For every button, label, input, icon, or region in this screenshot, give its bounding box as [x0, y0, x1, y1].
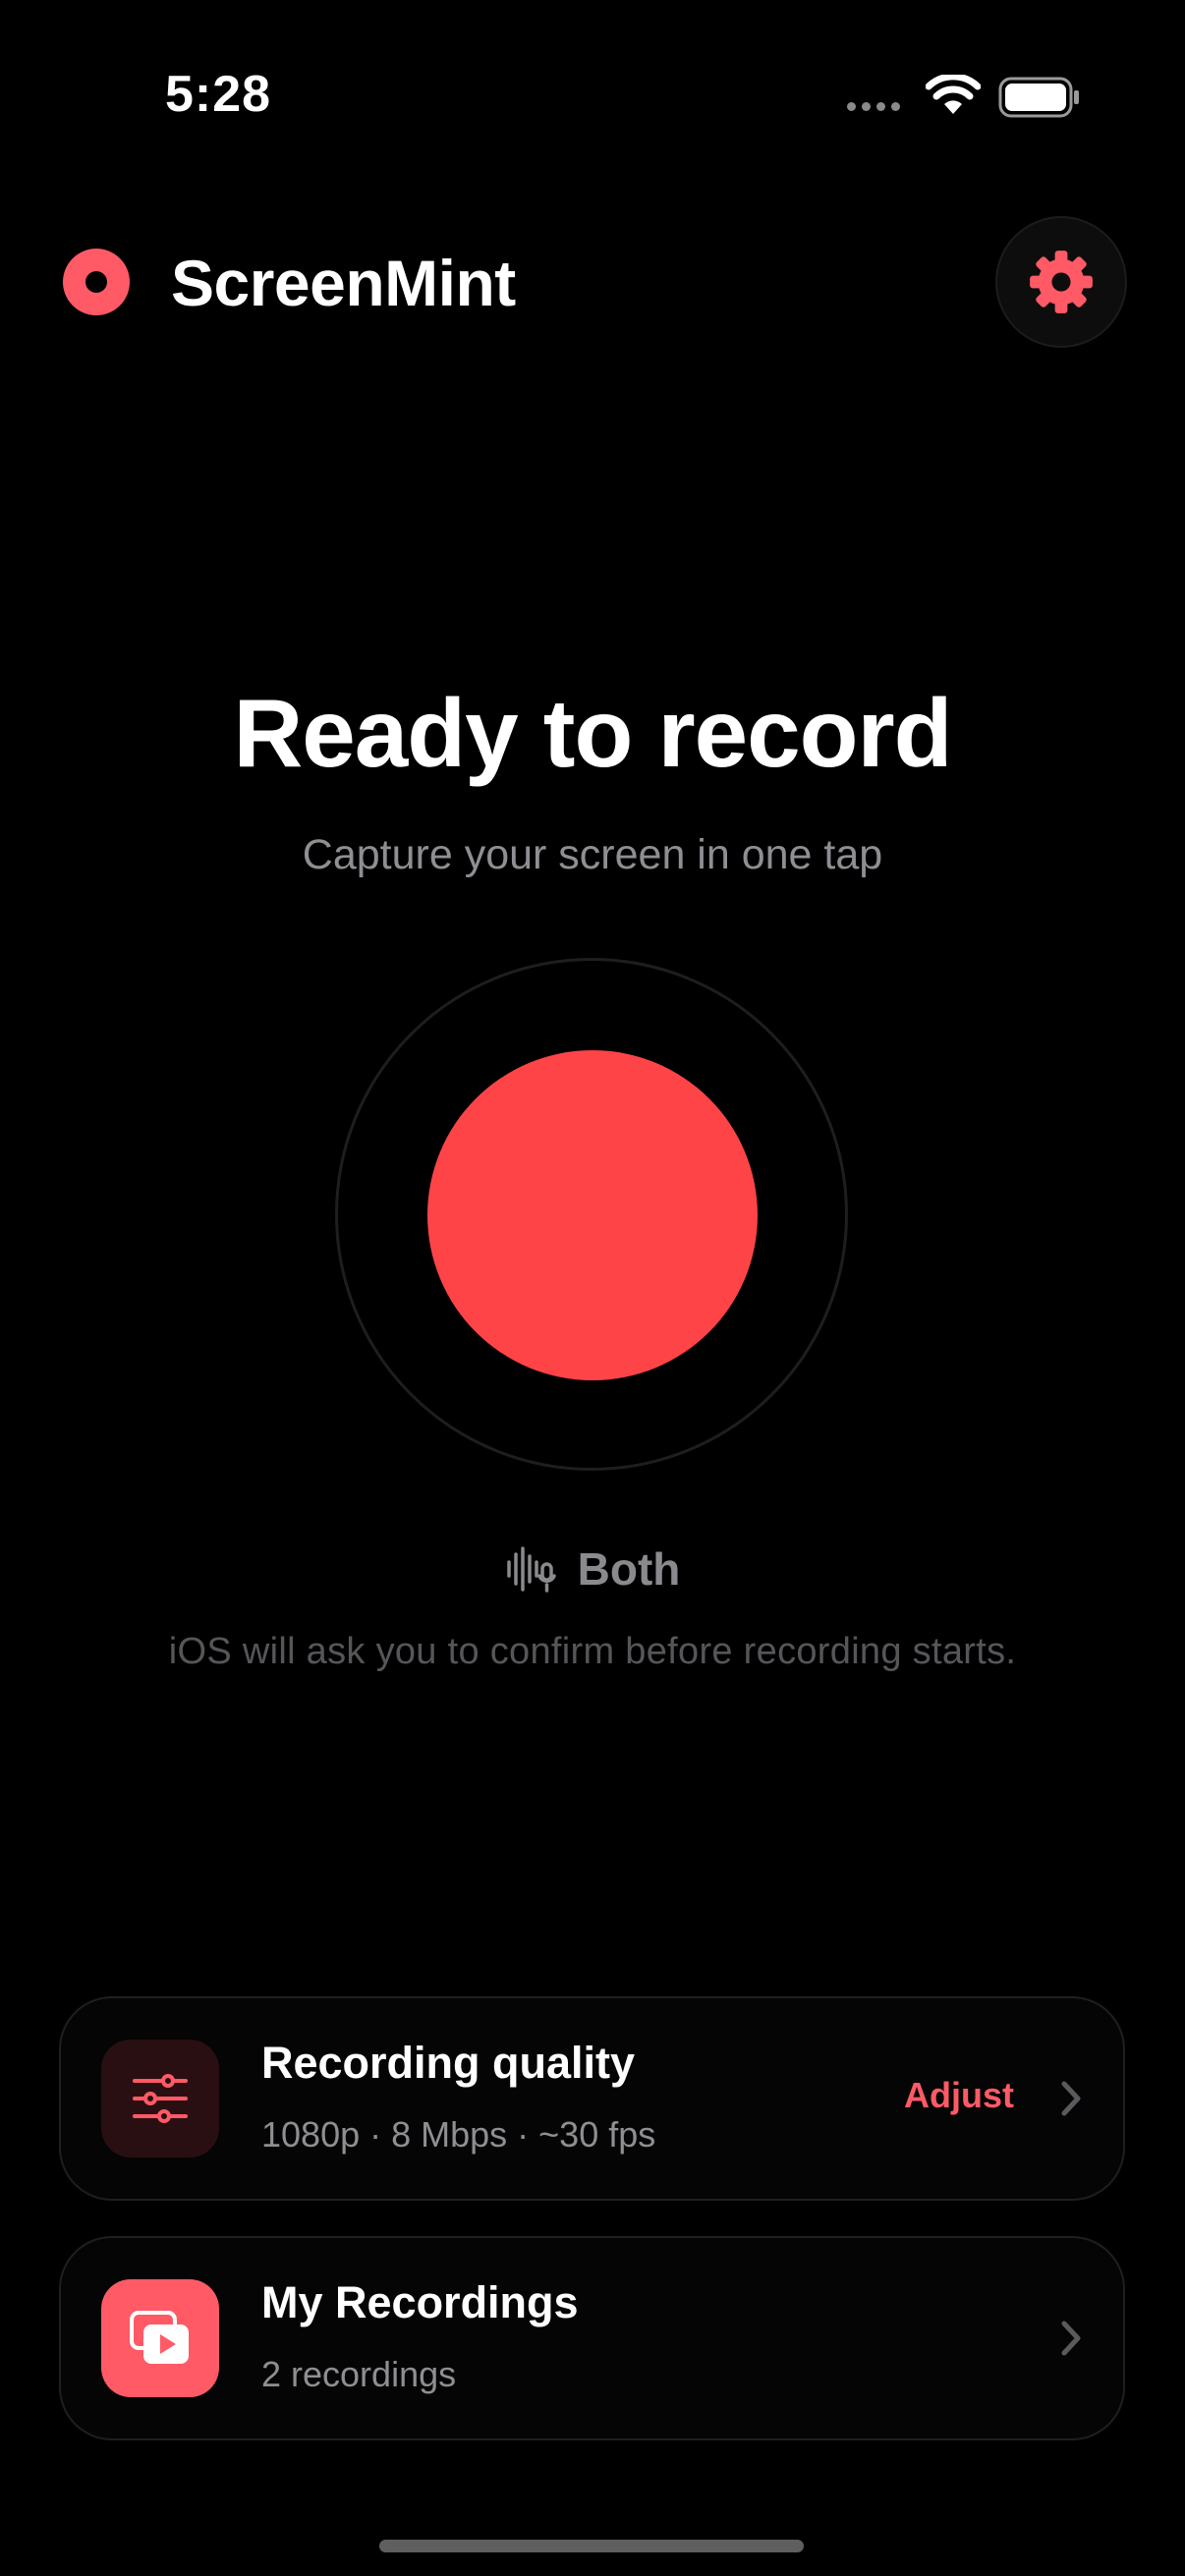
app-logo-icon: [63, 249, 130, 315]
my-recordings-card[interactable]: My Recordings 2 recordings: [59, 2236, 1125, 2440]
gear-icon: [1030, 251, 1093, 313]
card-subtitle: 1080p · 8 Mbps · ~30 fps: [261, 2114, 656, 2155]
battery-icon: [998, 77, 1079, 118]
wifi-icon: [926, 75, 981, 114]
card-title: Recording quality: [261, 2038, 636, 2088]
recordings-stack-icon: [101, 2279, 219, 2397]
card-title: My Recordings: [261, 2277, 579, 2327]
settings-button[interactable]: [995, 216, 1127, 348]
app-title: ScreenMint: [171, 247, 516, 319]
audio-mode-label: Both: [577, 1543, 681, 1595]
waveform-mic-icon: [506, 1546, 556, 1593]
home-indicator[interactable]: [379, 2540, 804, 2552]
sliders-icon: [101, 2040, 219, 2157]
cellular-signal-icon: [847, 102, 900, 111]
audio-mode-selector[interactable]: Both: [0, 1542, 1185, 1596]
chevron-right-icon: [1061, 2081, 1081, 2116]
status-time: 5:28: [165, 66, 272, 123]
chevron-right-icon: [1061, 2321, 1081, 2356]
card-subtitle: 2 recordings: [261, 2354, 457, 2394]
app-header: ScreenMint: [0, 216, 1185, 354]
adjust-button[interactable]: Adjust: [904, 2075, 1014, 2116]
hero-title: Ready to record: [233, 679, 952, 787]
recording-quality-card[interactable]: Recording quality 1080p · 8 Mbps · ~30 f…: [59, 1996, 1125, 2201]
hero-subtitle: Capture your screen in one tap: [302, 831, 883, 878]
confirm-note: iOS will ask you to confirm before recor…: [168, 1631, 1017, 1672]
status-bar: 5:28: [0, 0, 1185, 187]
record-button[interactable]: [427, 1050, 758, 1380]
